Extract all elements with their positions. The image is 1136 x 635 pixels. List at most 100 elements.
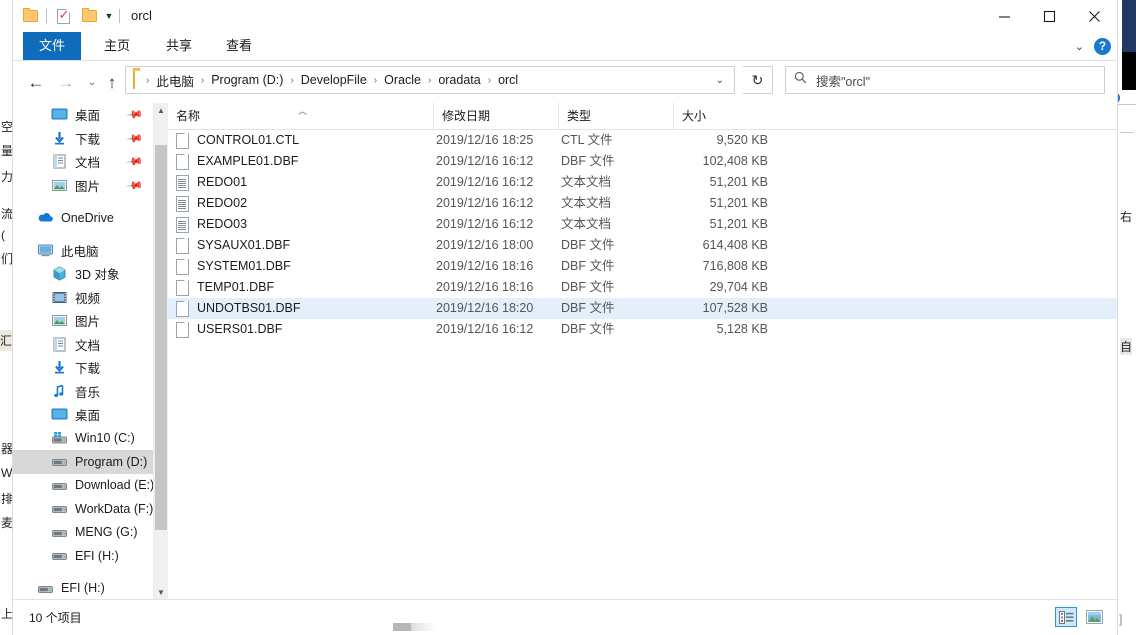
sidebar-item-label: 图片 xyxy=(75,179,101,194)
forward-button[interactable]: → xyxy=(53,69,79,95)
sidebar-item-downloads[interactable]: 下载 📌 xyxy=(13,127,168,151)
pin-icon[interactable]: 📌 xyxy=(126,152,145,171)
scroll-down-icon[interactable]: ▼ xyxy=(154,585,168,600)
minimize-icon[interactable] xyxy=(982,0,1027,32)
maximize-icon[interactable] xyxy=(1027,0,1072,32)
sidebar-item-pictures[interactable]: 图片 📌 xyxy=(13,174,168,198)
sidebar-item-efi-h[interactable]: EFI (H:) xyxy=(13,544,168,568)
sidebar-item-pictures-pc[interactable]: 图片 xyxy=(13,309,168,333)
back-button[interactable]: ← xyxy=(23,69,49,95)
drive-icon xyxy=(37,580,54,597)
sidebar-item-videos[interactable]: 视频 xyxy=(13,286,168,310)
table-row[interactable]: USERS01.DBF 2019/12/16 16:12 DBF 文件 5,12… xyxy=(168,319,1117,340)
column-header-type[interactable]: 类型 xyxy=(558,103,673,129)
search-box[interactable]: 搜索"orcl" xyxy=(785,66,1105,94)
table-row[interactable]: REDO03 2019/12/16 16:12 文本文档 51,201 KB xyxy=(168,214,1117,235)
sidebar-item-music[interactable]: 音乐 xyxy=(13,380,168,404)
breadcrumb-item-orcl[interactable]: orcl xyxy=(496,73,520,87)
table-row[interactable]: UNDOTBS01.DBF 2019/12/16 18:20 DBF 文件 10… xyxy=(168,298,1117,319)
breadcrumb-separator: › xyxy=(373,74,378,86)
sidebar-scrollbar-thumb[interactable] xyxy=(155,145,167,530)
up-button[interactable]: ↑ xyxy=(99,69,125,95)
sidebar-scrollbar[interactable]: ▲ ▼ xyxy=(153,103,168,600)
sidebar-item-download-e[interactable]: Download (E:) xyxy=(13,474,168,498)
column-header-size[interactable]: 大小 xyxy=(673,103,778,129)
sort-ascending-icon: ︿ xyxy=(298,106,308,116)
file-name-cell[interactable]: TEMP01.DBF xyxy=(176,277,274,298)
sidebar-item-documents-pc[interactable]: 文档 xyxy=(13,333,168,357)
pin-icon[interactable]: 📌 xyxy=(126,129,145,148)
details-view-icon[interactable] xyxy=(1055,607,1077,627)
file-name-cell[interactable]: CONTROL01.CTL xyxy=(176,130,299,151)
horizontal-scrollbar[interactable] xyxy=(393,623,453,631)
file-name-cell[interactable]: SYSTEM01.DBF xyxy=(176,256,291,277)
qat-customize-chevron-icon[interactable]: ▼ xyxy=(102,0,116,32)
qat-new-folder-icon[interactable] xyxy=(76,3,102,29)
pin-icon[interactable]: 📌 xyxy=(126,105,145,124)
tab-home[interactable]: 主页 xyxy=(91,32,143,60)
column-header-date-modified[interactable]: 修改日期 xyxy=(433,103,558,129)
sidebar-item-efi-h-network[interactable]: EFI (H:) xyxy=(13,577,168,601)
breadcrumb-item-oracle[interactable]: Oracle xyxy=(382,73,423,87)
address-dropdown-chevron-down-icon[interactable]: ⌄ xyxy=(710,75,730,86)
breadcrumb-item-oradata[interactable]: oradata xyxy=(436,73,482,87)
help-icon[interactable]: ? xyxy=(1094,37,1111,55)
scroll-up-icon[interactable]: ▲ xyxy=(154,103,168,118)
sidebar-item-3d-objects[interactable]: 3D 对象 xyxy=(13,262,168,286)
sidebar-item-onedrive[interactable]: OneDrive xyxy=(13,206,168,230)
address-bar[interactable]: › 此电脑 › Program (D:) › DevelopFile › Ora… xyxy=(125,66,735,94)
file-name-cell[interactable]: SYSAUX01.DBF xyxy=(176,235,290,256)
file-name-cell[interactable]: REDO03 xyxy=(176,214,247,235)
file-name-cell[interactable]: REDO02 xyxy=(176,193,247,214)
search-input[interactable]: 搜索"orcl" xyxy=(816,71,870,90)
sidebar-item-this-pc[interactable]: 此电脑 xyxy=(13,239,168,263)
sidebar-item-label: MENG (G:) xyxy=(75,525,138,540)
sidebar-item-workdata-f[interactable]: WorkData (F:) xyxy=(13,497,168,521)
sidebar-item-label: EFI (H:) xyxy=(61,581,105,596)
table-row[interactable]: REDO02 2019/12/16 16:12 文本文档 51,201 KB xyxy=(168,193,1117,214)
sidebar-item-label: 桌面 xyxy=(75,109,101,124)
sidebar-item-program-d[interactable]: Program (D:) xyxy=(13,450,168,474)
file-name-cell[interactable]: REDO01 xyxy=(176,172,247,193)
pin-icon[interactable]: 📌 xyxy=(126,176,145,195)
file-name-cell[interactable]: USERS01.DBF xyxy=(176,319,282,340)
refresh-icon[interactable]: ↻ xyxy=(743,66,773,94)
file-size-cell: 5,128 KB xyxy=(716,322,768,336)
sidebar-item-desktop[interactable]: 桌面 📌 xyxy=(13,103,168,127)
tab-share[interactable]: 共享 xyxy=(153,32,205,60)
file-size-cell: 102,408 KB xyxy=(702,154,768,168)
file-date-cell: 2019/12/16 16:12 xyxy=(436,154,534,168)
sidebar-item-desktop-pc[interactable]: 桌面 xyxy=(13,403,168,427)
file-name-cell[interactable]: UNDOTBS01.DBF xyxy=(176,298,301,319)
search-icon xyxy=(794,71,807,89)
blank-file-icon xyxy=(176,153,189,170)
column-header-name[interactable]: 名称 ︿ xyxy=(168,103,433,129)
table-row[interactable]: REDO01 2019/12/16 16:12 文本文档 51,201 KB xyxy=(168,172,1117,193)
close-icon[interactable] xyxy=(1072,0,1117,32)
tab-view[interactable]: 查看 xyxy=(213,32,265,60)
file-name-cell[interactable]: EXAMPLE01.DBF xyxy=(176,151,298,172)
sidebar-item-label: WorkData (F:) xyxy=(75,501,154,516)
file-name-text: REDO02 xyxy=(197,196,248,210)
breadcrumb-item-developfile[interactable]: DevelopFile xyxy=(299,73,369,87)
breadcrumb-item-this-pc[interactable]: 此电脑 xyxy=(154,71,196,90)
qat-properties-icon[interactable] xyxy=(50,3,76,29)
qat-folder-icon[interactable] xyxy=(17,3,43,29)
table-row[interactable]: EXAMPLE01.DBF 2019/12/16 16:12 DBF 文件 10… xyxy=(168,151,1117,172)
table-row[interactable]: TEMP01.DBF 2019/12/16 18:16 DBF 文件 29,70… xyxy=(168,277,1117,298)
sidebar-item-win10-c[interactable]: Win10 (C:) xyxy=(13,427,168,451)
sidebar-item-documents[interactable]: 文档 📌 xyxy=(13,150,168,174)
tab-file[interactable]: 文件 xyxy=(23,32,81,60)
large-icons-view-icon[interactable] xyxy=(1083,607,1105,627)
sidebar-item-downloads-pc[interactable]: 下载 xyxy=(13,356,168,380)
horizontal-scrollbar-thumb[interactable] xyxy=(393,623,411,631)
table-row[interactable]: SYSTEM01.DBF 2019/12/16 18:16 DBF 文件 716… xyxy=(168,256,1117,277)
table-row[interactable]: CONTROL01.CTL 2019/12/16 18:25 CTL 文件 9,… xyxy=(168,130,1117,151)
ribbon-expand-chevron-down-icon[interactable]: ⌄ xyxy=(1075,40,1084,53)
file-name-text: UNDOTBS01.DBF xyxy=(197,301,301,315)
breadcrumb-item-program-d[interactable]: Program (D:) xyxy=(209,73,285,87)
horizontal-scrollbar-track[interactable] xyxy=(411,623,435,631)
table-row[interactable]: SYSAUX01.DBF 2019/12/16 18:00 DBF 文件 614… xyxy=(168,235,1117,256)
sidebar-item-meng-g[interactable]: MENG (G:) xyxy=(13,521,168,545)
